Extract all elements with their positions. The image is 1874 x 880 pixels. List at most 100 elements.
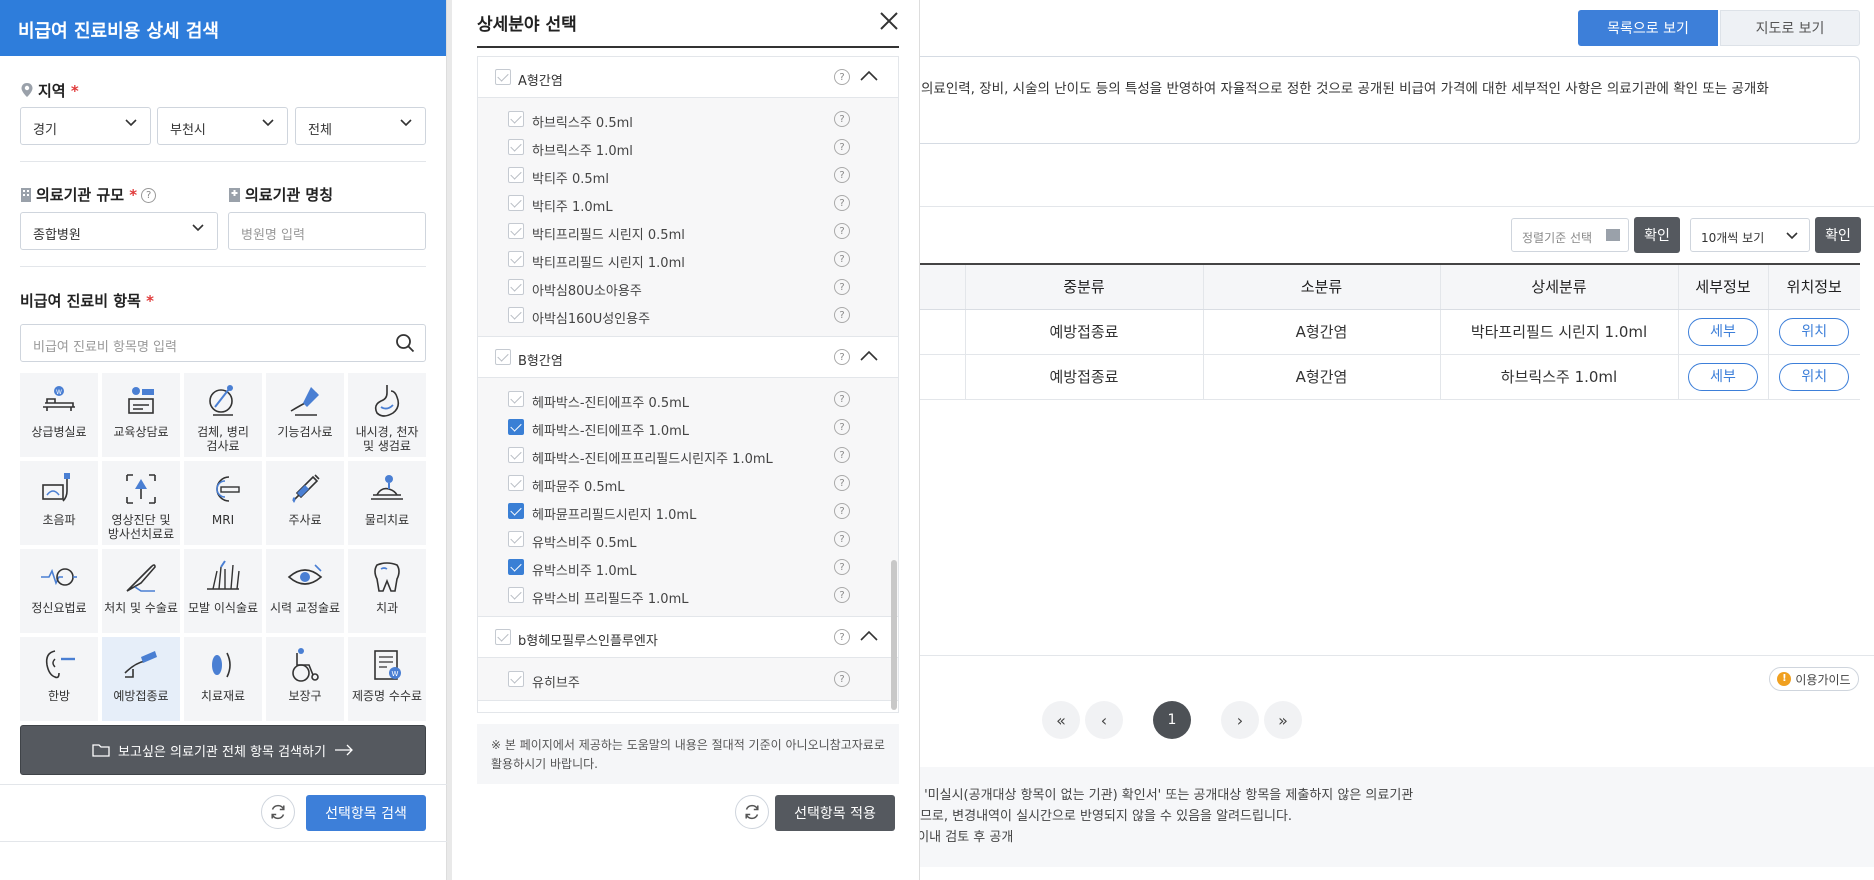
prev-page-button[interactable]: ‹ [1085, 701, 1123, 739]
usage-guide-button[interactable]: ! 이용가이드 [1769, 667, 1859, 691]
chevron-up-icon[interactable] [858, 347, 880, 365]
search-selected-button[interactable]: 선택항목 검색 [306, 795, 426, 831]
apply-selected-button[interactable]: 선택항목 적용 [775, 795, 895, 831]
help-icon[interactable]: ? [834, 349, 850, 365]
category-tile[interactable]: 한방 [20, 637, 98, 721]
item-checkbox[interactable] [508, 587, 524, 603]
detail-button[interactable]: 세부 [1688, 362, 1758, 391]
category-tile[interactable]: 모발 이식술료 [184, 549, 262, 633]
list-item[interactable]: 유박스비 프리필드주 1.0mL? [478, 581, 898, 609]
scrollbar[interactable] [891, 560, 897, 710]
category-tile[interactable]: 물리치료 [348, 461, 426, 545]
group-checkbox[interactable] [495, 629, 511, 645]
view-map-button[interactable]: 지도로 보기 [1720, 10, 1860, 46]
list-item[interactable]: 박티주 1.0mL? [478, 189, 898, 217]
province-select[interactable]: 경기 [20, 107, 151, 145]
category-tile[interactable]: 주사료 [266, 461, 344, 545]
category-tile[interactable]: 검체, 병리 검사료 [184, 373, 262, 457]
help-icon[interactable]: ? [834, 629, 850, 645]
help-icon[interactable]: ? [834, 531, 850, 547]
list-item[interactable]: 헤파뮨주 0.5mL? [478, 469, 898, 497]
item-checkbox[interactable] [508, 391, 524, 407]
list-item[interactable]: 아박심80U소아용주? [478, 273, 898, 301]
help-icon[interactable]: ? [834, 671, 850, 687]
list-item[interactable]: 아박심160U성인용주? [478, 301, 898, 329]
list-item[interactable]: 박티주 0.5ml? [478, 161, 898, 189]
close-icon[interactable] [876, 8, 902, 34]
item-checkbox[interactable] [508, 503, 524, 519]
help-icon[interactable]: ? [834, 223, 850, 239]
page-size-select[interactable]: 10개씩 보기 [1690, 218, 1810, 252]
next-page-button[interactable]: › [1221, 701, 1259, 739]
help-icon[interactable]: ? [834, 391, 850, 407]
help-icon[interactable]: ? [834, 447, 850, 463]
help-icon[interactable]: ? [834, 419, 850, 435]
help-icon[interactable]: ? [834, 69, 850, 85]
category-tile[interactable]: 기능검사료 [266, 373, 344, 457]
current-page[interactable]: 1 [1153, 701, 1191, 739]
category-tile[interactable]: 처치 및 수술료 [102, 549, 180, 633]
help-icon[interactable]: ? [834, 587, 850, 603]
list-item[interactable]: 헤파박스-진티에프주 1.0mL? [478, 413, 898, 441]
category-tile[interactable]: 예방접종료 [102, 637, 180, 721]
category-tile[interactable]: MRI [184, 461, 262, 545]
item-checkbox[interactable] [508, 167, 524, 183]
category-tile[interactable]: 치료재료 [184, 637, 262, 721]
list-item[interactable]: 헤파뮨프리필드시린지 1.0mL? [478, 497, 898, 525]
hospital-name-input[interactable]: 병원명 입력 [228, 212, 426, 250]
sort-confirm-button[interactable]: 확인 [1634, 217, 1680, 253]
category-tile[interactable]: 치과 [348, 549, 426, 633]
district-select[interactable]: 전체 [295, 107, 426, 145]
list-item[interactable]: 박티프리필드 시린지 0.5ml? [478, 217, 898, 245]
search-icon[interactable] [395, 333, 415, 353]
page-size-confirm-button[interactable]: 확인 [1815, 217, 1861, 253]
item-checkbox[interactable] [508, 559, 524, 575]
category-tile[interactable]: 시력 교정술료 [266, 549, 344, 633]
list-item[interactable]: 헤파박스-진티에프주 0.5mL? [478, 385, 898, 413]
scale-select[interactable]: 종합병원 [20, 212, 218, 250]
item-checkbox[interactable] [508, 307, 524, 323]
item-checkbox[interactable] [508, 279, 524, 295]
help-icon[interactable]: ? [834, 307, 850, 323]
sort-select[interactable]: 정렬기준 선택 [1511, 218, 1629, 252]
help-icon[interactable]: ? [834, 195, 850, 211]
item-checkbox[interactable] [508, 251, 524, 267]
list-item[interactable]: 박티프리필드 시린지 1.0ml? [478, 245, 898, 273]
category-tile[interactable]: 교육상담료 [102, 373, 180, 457]
help-icon[interactable]: ? [141, 188, 157, 203]
group-header[interactable]: B형간염? [478, 337, 898, 378]
list-item[interactable]: 유히브주? [478, 665, 898, 693]
detail-button[interactable]: 세부 [1688, 317, 1758, 346]
category-tile[interactable]: 초음파 [20, 461, 98, 545]
item-checkbox[interactable] [508, 139, 524, 155]
reset-button[interactable] [261, 795, 295, 829]
group-checkbox[interactable] [495, 349, 511, 365]
help-icon[interactable]: ? [834, 475, 850, 491]
group-header[interactable]: b형헤모필루스인플루엔자? [478, 617, 898, 658]
item-checkbox[interactable] [508, 223, 524, 239]
view-list-button[interactable]: 목록으로 보기 [1578, 10, 1718, 46]
list-item[interactable]: 헤파박스-진티에프프리필드시린지주 1.0mL? [478, 441, 898, 469]
help-icon[interactable]: ? [834, 279, 850, 295]
list-item[interactable]: 하브릭스주 0.5ml? [478, 105, 898, 133]
help-icon[interactable]: ? [834, 251, 850, 267]
chevron-up-icon[interactable] [858, 627, 880, 645]
city-select[interactable]: 부천시 [157, 107, 288, 145]
location-button[interactable]: 위치 [1779, 362, 1850, 391]
help-icon[interactable]: ? [834, 139, 850, 155]
item-checkbox[interactable] [508, 531, 524, 547]
category-tile[interactable]: 영상진단 및 방사선치료료 [102, 461, 180, 545]
item-checkbox[interactable] [508, 475, 524, 491]
location-button[interactable]: 위치 [1779, 317, 1850, 346]
group-checkbox[interactable] [495, 69, 511, 85]
category-tile[interactable]: 내시경, 천자 및 생검료 [348, 373, 426, 457]
chevron-up-icon[interactable] [858, 67, 880, 85]
category-tile[interactable]: 정신요법료 [20, 549, 98, 633]
category-tile[interactable]: W 상급병실료 [20, 373, 98, 457]
category-tile[interactable]: 보장구 [266, 637, 344, 721]
item-checkbox[interactable] [508, 671, 524, 687]
first-page-button[interactable]: « [1042, 701, 1080, 739]
list-item[interactable]: 유박스비주 1.0mL? [478, 553, 898, 581]
item-search-input[interactable]: 비급여 진료비 항목명 입력 [20, 324, 426, 362]
help-icon[interactable]: ? [834, 167, 850, 183]
